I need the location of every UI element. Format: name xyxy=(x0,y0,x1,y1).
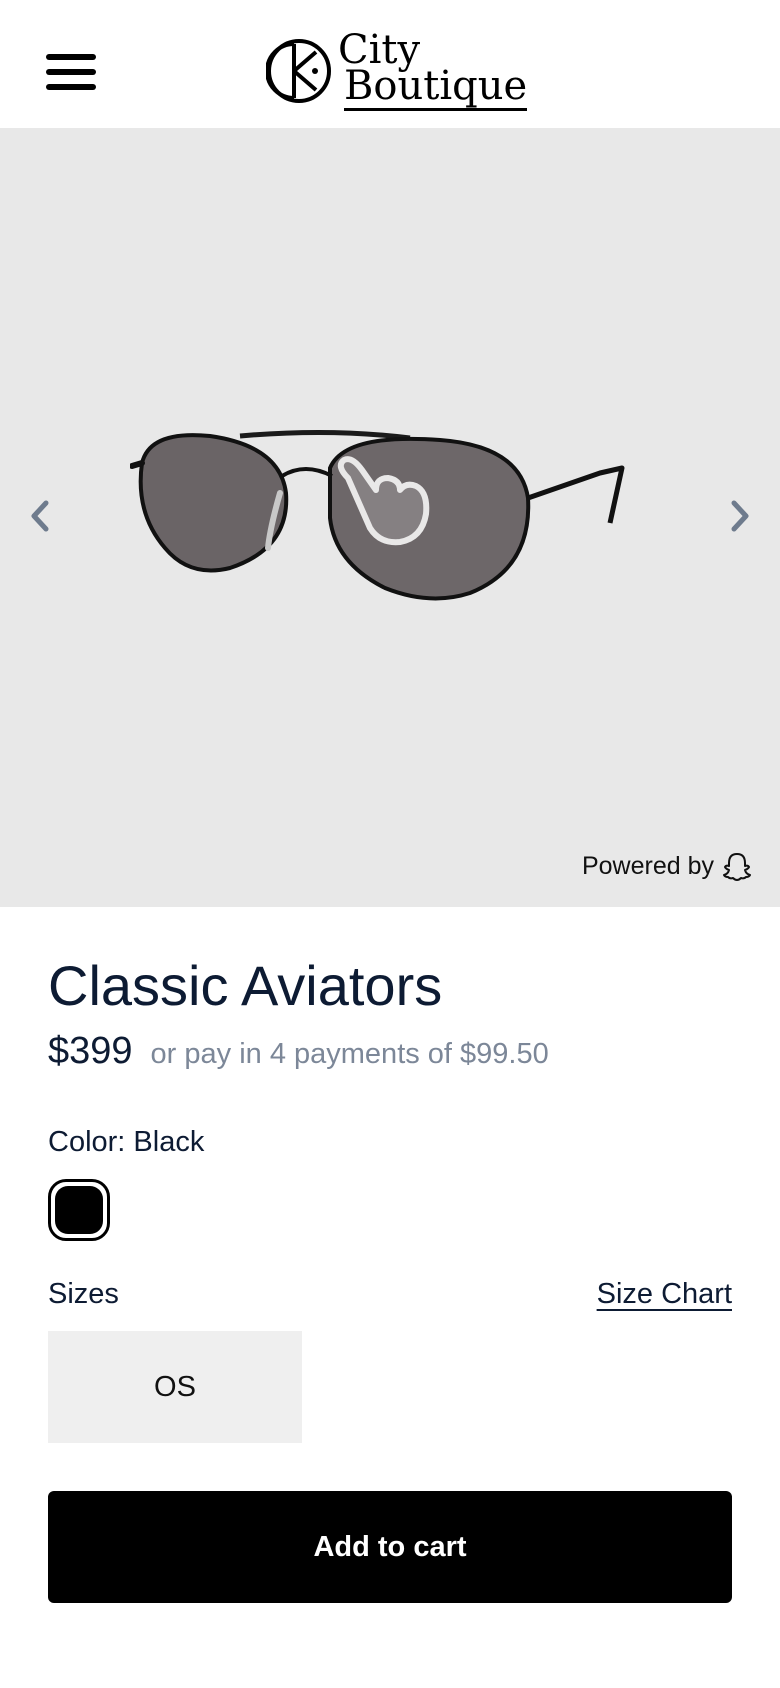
site-header: City Boutique xyxy=(0,0,780,128)
powered-by-snapchat: Powered by xyxy=(582,851,752,881)
hamburger-menu-icon[interactable] xyxy=(46,52,96,92)
product-price: $399 xyxy=(48,1030,133,1072)
logo-text-boutique: Boutique xyxy=(344,63,528,111)
site-logo[interactable]: City Boutique xyxy=(266,28,528,114)
color-label: Color: Black xyxy=(48,1126,205,1158)
price-row: $399 or pay in 4 payments of $99.50 xyxy=(48,1030,549,1073)
size-chart-link[interactable]: Size Chart xyxy=(597,1278,732,1311)
product-title: Classic Aviators xyxy=(48,954,443,1017)
chevron-right-icon[interactable] xyxy=(720,496,760,536)
chevron-left-icon[interactable] xyxy=(20,496,60,536)
size-option-os[interactable]: OS xyxy=(48,1331,302,1443)
sizes-label: Sizes xyxy=(48,1278,119,1310)
add-to-cart-button[interactable]: Add to cart xyxy=(48,1491,732,1603)
color-swatch-fill xyxy=(55,1186,103,1234)
snapchat-ghost-icon xyxy=(723,853,751,881)
aviator-sunglasses-image xyxy=(130,429,625,601)
product-image-viewer[interactable]: Powered by xyxy=(0,128,780,907)
logo-mark-icon xyxy=(266,39,331,103)
installment-text: or pay in 4 payments of $99.50 xyxy=(150,1038,549,1070)
powered-by-label: Powered by xyxy=(581,851,714,880)
color-swatch-black[interactable] xyxy=(48,1179,110,1241)
